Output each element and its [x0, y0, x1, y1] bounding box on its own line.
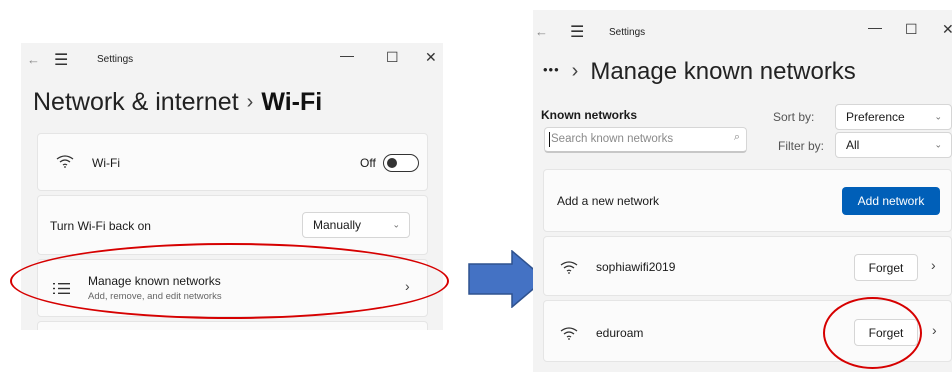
maximize-icon[interactable]: ☐ — [386, 49, 399, 66]
text-caret — [549, 132, 550, 147]
add-new-network-card: Add a new network Add network — [543, 169, 952, 232]
settings-window-wifi: ← ☰ Settings — ☐ ✕ Network & internet › Wi… — [21, 43, 443, 330]
wifi-icon — [560, 261, 578, 274]
search-icon: ⌕ — [733, 131, 740, 143]
wifi-toggle-card: Wi-Fi Off — [37, 133, 428, 191]
hamburger-menu-icon[interactable]: ☰ — [570, 22, 584, 42]
chevron-right-icon[interactable]: › — [931, 257, 936, 273]
close-icon[interactable]: ✕ — [425, 49, 437, 66]
turn-wifi-back-on-card: Turn Wi-Fi back on Manually ⌄ — [37, 195, 428, 255]
forget-button[interactable]: Forget — [854, 319, 918, 346]
filter-by-label: Filter by: — [778, 139, 825, 153]
turn-back-on-dropdown[interactable]: Manually ⌄ — [302, 212, 410, 238]
chevron-down-icon: ⌄ — [392, 219, 400, 230]
wifi-icon — [56, 155, 74, 168]
network-name: sophiawifi2019 — [596, 260, 676, 274]
breadcrumb-network-internet[interactable]: Network & internet — [33, 88, 239, 116]
sort-by-value: Preference — [846, 110, 905, 124]
next-settings-card — [37, 321, 428, 330]
filter-by-dropdown[interactable]: All ⌄ — [835, 132, 952, 158]
back-arrow-icon[interactable]: ← — [27, 52, 40, 67]
back-arrow-icon[interactable]: ← — [535, 24, 548, 39]
known-networks-heading: Known networks — [541, 108, 638, 122]
manage-known-networks-card[interactable]: Manage known networks Add, remove, and e… — [37, 259, 428, 317]
wifi-label: Wi-Fi — [92, 156, 120, 170]
maximize-icon[interactable]: ☐ — [905, 21, 918, 38]
chevron-down-icon: ⌄ — [934, 111, 942, 122]
list-item[interactable]: eduroam Forget › — [543, 300, 952, 362]
settings-window-manage-known-networks: ← ☰ Settings — ☐ ✕ ••• › Manage known netw… — [533, 10, 952, 372]
page-title: Network & internet › Wi-Fi — [33, 88, 322, 117]
network-name: eduroam — [596, 326, 644, 340]
chevron-down-icon: ⌄ — [934, 139, 942, 150]
search-placeholder: Search known networks — [551, 133, 674, 145]
wifi-toggle-switch[interactable] — [383, 154, 419, 172]
turn-back-on-label: Turn Wi-Fi back on — [50, 219, 151, 233]
minimize-icon[interactable]: — — [868, 19, 882, 35]
toggle-knob — [387, 157, 397, 168]
title-bar: ← ☰ Settings — ☐ ✕ — [533, 10, 952, 44]
add-new-network-label: Add a new network — [557, 194, 660, 208]
dropdown-value: Manually — [313, 218, 362, 232]
title-bar: ← ☰ Settings — ☐ ✕ — [21, 43, 443, 77]
list-item[interactable]: sophiawifi2019 Forget › — [543, 236, 952, 296]
chevron-right-icon: › — [405, 278, 410, 294]
manage-known-networks-label: Manage known networks — [88, 274, 221, 288]
wifi-icon — [560, 327, 578, 340]
breadcrumb-separator: › — [571, 60, 579, 82]
chevron-right-icon[interactable]: › — [932, 322, 937, 338]
filter-by-value: All — [846, 138, 860, 152]
page-title: ••• › Manage known networks — [543, 58, 856, 86]
close-icon[interactable]: ✕ — [942, 21, 952, 38]
wifi-state-text: Off — [360, 156, 376, 170]
forget-button[interactable]: Forget — [854, 254, 918, 281]
hamburger-menu-icon[interactable]: ☰ — [54, 50, 68, 70]
sort-by-label: Sort by: — [773, 110, 815, 124]
add-network-button[interactable]: Add network — [842, 187, 940, 215]
window-title: Settings — [609, 27, 646, 38]
breadcrumb-current: Manage known networks — [590, 58, 856, 85]
search-known-networks-input[interactable]: Search known networks ⌕ — [544, 127, 747, 153]
breadcrumb-separator: › — [246, 91, 254, 113]
window-title: Settings — [97, 54, 134, 65]
breadcrumb-current: Wi-Fi — [261, 88, 323, 116]
minimize-icon[interactable]: — — [340, 47, 354, 63]
list-icon — [53, 283, 70, 294]
manage-known-networks-description: Add, remove, and edit networks — [88, 291, 222, 302]
breadcrumb-ellipsis-icon[interactable]: ••• — [543, 62, 560, 77]
sort-by-dropdown[interactable]: Preference ⌄ — [835, 104, 952, 130]
